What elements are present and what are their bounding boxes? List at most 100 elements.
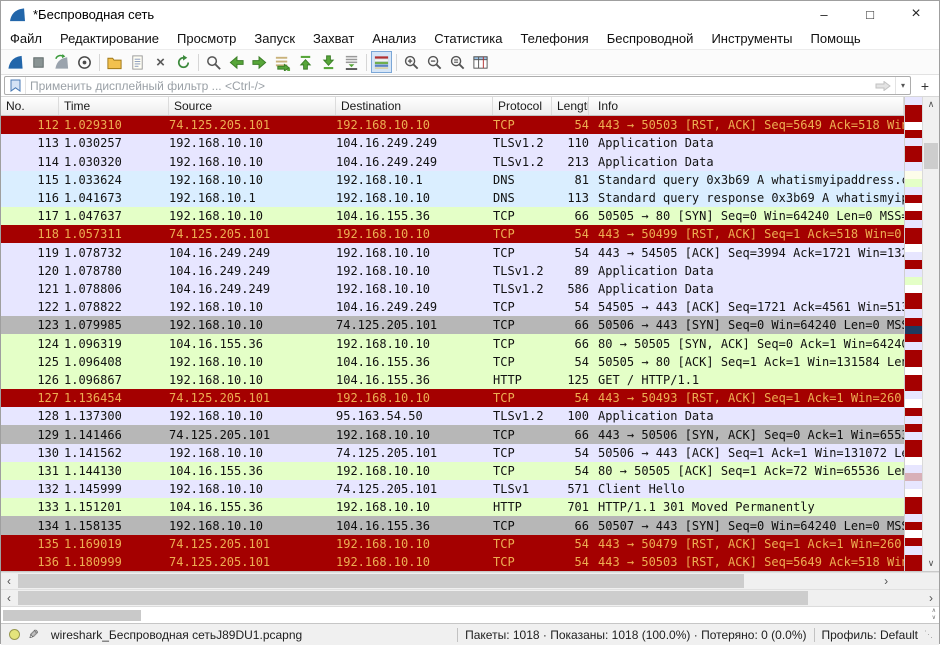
packet-row[interactable]: 1221.078822192.168.10.10104.16.249.249TC… (1, 298, 904, 316)
column-header-info[interactable]: Info (589, 97, 904, 115)
packet-row[interactable]: 1181.05731174.125.205.101192.168.10.10TC… (1, 225, 904, 243)
detail-pane-hscrollbar[interactable]: ‹ › (1, 589, 939, 606)
menu-item-0[interactable]: Файл (1, 27, 51, 49)
scroll-right-icon[interactable]: › (878, 573, 894, 589)
capture-comment-icon[interactable]: ✎ (28, 627, 39, 643)
close-icon[interactable]: × (893, 1, 939, 27)
column-header-len[interactable]: Length (552, 97, 589, 115)
go-to-bottom-icon[interactable] (318, 51, 339, 73)
menu-item-3[interactable]: Запуск (245, 27, 304, 49)
scroll-left-icon[interactable]: ‹ (1, 573, 17, 589)
apply-filter-icon[interactable] (871, 77, 895, 94)
menu-item-6[interactable]: Статистика (425, 27, 511, 49)
go-back-icon[interactable] (226, 51, 247, 73)
profile-label[interactable]: Профиль: Default (822, 628, 919, 642)
packet-row[interactable]: 1301.141562192.168.10.1074.125.205.101TC… (1, 444, 904, 462)
expert-info-icon[interactable] (9, 629, 20, 640)
scroll-down-icon[interactable]: ∨ (923, 556, 939, 571)
go-forward-icon[interactable] (249, 51, 270, 73)
open-file-icon[interactable] (104, 51, 125, 73)
auto-scroll-icon[interactable] (341, 51, 362, 73)
cell-proto: TCP (493, 428, 552, 442)
packet-row[interactable]: 1361.18099974.125.205.101192.168.10.10TC… (1, 553, 904, 571)
packet-row[interactable]: 1291.14146674.125.205.101192.168.10.10TC… (1, 425, 904, 443)
packet-row[interactable]: 1321.145999192.168.10.1074.125.205.101TL… (1, 480, 904, 498)
packet-list-hscrollbar[interactable]: ‹ › (1, 572, 894, 589)
cell-no: 119 (1, 246, 59, 260)
packet-row[interactable]: 1331.151201104.16.155.36192.168.10.10HTT… (1, 498, 904, 516)
go-to-packet-icon[interactable] (272, 51, 293, 73)
display-filter-input[interactable] (26, 79, 871, 93)
cell-src: 104.16.155.36 (169, 500, 336, 514)
add-filter-button[interactable]: + (914, 76, 936, 95)
restart-capture-icon[interactable] (51, 51, 72, 73)
column-header-time[interactable]: Time (59, 97, 169, 115)
scroll-up-icon[interactable]: ∧ (923, 97, 939, 112)
packet-row[interactable]: 1121.02931074.125.205.101192.168.10.10TC… (1, 116, 904, 134)
menu-item-9[interactable]: Инструменты (702, 27, 801, 49)
zoom-out-icon[interactable] (424, 51, 445, 73)
packet-row[interactable]: 1131.030257192.168.10.10104.16.249.249TL… (1, 134, 904, 152)
hscrollbar-thumb[interactable] (18, 574, 744, 588)
minimap-stripe (905, 383, 922, 391)
filter-dropdown-icon[interactable]: ▾ (895, 77, 910, 94)
packet-row[interactable]: 1351.16901974.125.205.101192.168.10.10TC… (1, 535, 904, 553)
column-header-no[interactable]: No. (1, 97, 59, 115)
cell-time: 1.145999 (59, 482, 169, 496)
zoom-in-icon[interactable] (401, 51, 422, 73)
intelligent-scrollbar-minimap[interactable] (904, 97, 922, 571)
menu-item-2[interactable]: Просмотр (168, 27, 245, 49)
scroll-right-icon[interactable]: › (923, 590, 939, 606)
maximize-icon[interactable]: □ (847, 1, 893, 27)
column-header-dst[interactable]: Destination (336, 97, 493, 115)
packet-row[interactable]: 1231.079985192.168.10.1074.125.205.101TC… (1, 316, 904, 334)
packet-row[interactable]: 1171.047637192.168.10.10104.16.155.36TCP… (1, 207, 904, 225)
pane-handle[interactable] (3, 610, 141, 621)
packet-row[interactable]: 1341.158135192.168.10.10104.16.155.36TCP… (1, 516, 904, 534)
column-header-src[interactable]: Source (169, 97, 336, 115)
capture-options-icon[interactable] (74, 51, 95, 73)
cell-len: 54 (552, 537, 589, 551)
packet-row[interactable]: 1161.041673192.168.10.1192.168.10.10DNS1… (1, 189, 904, 207)
minimap-stripe (905, 146, 922, 154)
cell-no: 126 (1, 373, 59, 387)
start-capture-icon[interactable] (5, 51, 26, 73)
close-file-icon[interactable]: × (150, 51, 171, 73)
packet-row[interactable]: 1141.030320192.168.10.10104.16.249.249TL… (1, 152, 904, 170)
packet-row[interactable]: 1281.137300192.168.10.1095.163.54.50TLSv… (1, 407, 904, 425)
packet-row[interactable]: 1271.13645474.125.205.101192.168.10.10TC… (1, 389, 904, 407)
vertical-scrollbar-thumb[interactable] (924, 143, 938, 169)
packet-row[interactable]: 1251.096408192.168.10.10104.16.155.36TCP… (1, 353, 904, 371)
menu-item-8[interactable]: Беспроводной (598, 27, 703, 49)
packet-row[interactable]: 1191.078732104.16.249.249192.168.10.10TC… (1, 243, 904, 261)
stop-capture-icon[interactable] (28, 51, 49, 73)
column-header-proto[interactable]: Protocol (493, 97, 552, 115)
packet-row[interactable]: 1261.096867192.168.10.10104.16.155.36HTT… (1, 371, 904, 389)
save-file-icon[interactable] (127, 51, 148, 73)
menu-item-4[interactable]: Захват (304, 27, 363, 49)
reload-file-icon[interactable] (173, 51, 194, 73)
packet-row[interactable]: 1311.144130104.16.155.36192.168.10.10TCP… (1, 462, 904, 480)
menu-item-1[interactable]: Редактирование (51, 27, 168, 49)
menu-item-10[interactable]: Помощь (802, 27, 870, 49)
cell-no: 113 (1, 136, 59, 150)
vertical-scrollbar[interactable]: ∧ ∨ (922, 97, 939, 571)
packet-row[interactable]: 1201.078780104.16.249.249192.168.10.10TL… (1, 262, 904, 280)
cell-info: Standard query response 0x3b69 A whatism… (589, 191, 904, 205)
pane-spinner-icon[interactable]: ∧∨ (932, 607, 936, 623)
zoom-original-icon[interactable] (447, 51, 468, 73)
go-to-top-icon[interactable] (295, 51, 316, 73)
scroll-left-icon[interactable]: ‹ (1, 590, 17, 606)
resize-grip-icon[interactable]: ⋱ (924, 629, 933, 640)
packet-row[interactable]: 1151.033624192.168.10.10192.168.10.1DNS8… (1, 171, 904, 189)
colorize-packets-icon[interactable] (371, 51, 392, 73)
hscrollbar-thumb[interactable] (18, 591, 808, 605)
packet-row[interactable]: 1211.078806104.16.249.249192.168.10.10TL… (1, 280, 904, 298)
filter-bookmark-icon[interactable] (5, 77, 26, 94)
packet-row[interactable]: 1241.096319104.16.155.36192.168.10.10TCP… (1, 334, 904, 352)
menu-item-5[interactable]: Анализ (363, 27, 425, 49)
resize-columns-icon[interactable] (470, 51, 491, 73)
minimize-icon[interactable]: – (801, 1, 847, 27)
find-packet-icon[interactable] (203, 51, 224, 73)
menu-item-7[interactable]: Телефония (511, 27, 597, 49)
